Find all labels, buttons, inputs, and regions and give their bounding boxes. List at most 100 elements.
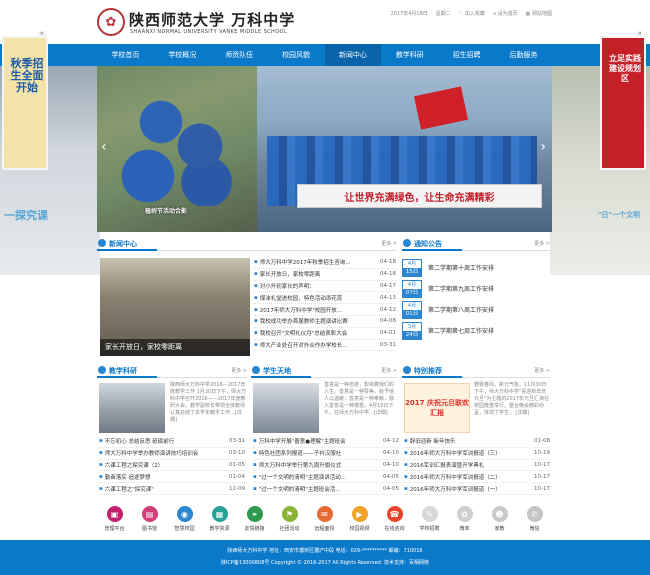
notice-more-link[interactable]: 更多 > — [534, 240, 550, 247]
quick-link[interactable]: ⚭ 友情链接 — [237, 506, 272, 538]
quick-link[interactable]: ▤ 图书馆 — [132, 506, 167, 538]
recruit-icon: ✎ — [421, 506, 438, 522]
quick-link[interactable]: ✆ 微信 — [517, 506, 552, 538]
ad-right[interactable]: × 立足实践 建设规划区 — [600, 31, 646, 170]
date-text: 2017年4月18日 — [390, 11, 428, 17]
list-item[interactable]: ▪ 师大万科中学举行第九周升旗仪式 04-10 — [253, 460, 399, 472]
news-image-caption: 家长开放日，家校零距离 — [100, 339, 250, 356]
news-icon — [98, 239, 106, 247]
quick-link[interactable]: ✎ 学校招聘 — [412, 506, 447, 538]
nav-item-7[interactable]: 后勤服务 — [495, 44, 552, 66]
list-item[interactable]: ▪ 家长开放日，家校零距离 04-18 — [254, 269, 396, 281]
nav-item-1[interactable]: 学校概况 — [154, 44, 211, 66]
close-ad-left-icon[interactable]: × — [37, 31, 46, 37]
quick-link[interactable]: ▶ 校园视频 — [342, 506, 377, 538]
news-image[interactable]: 家长开放日，家校零距离 — [100, 258, 250, 356]
list-item-title: 2016军训汇报表演暨开学典礼 — [409, 462, 485, 469]
list-item-date: 10-19 — [534, 450, 550, 457]
sitemap-link[interactable]: ▦ 网站地图 — [526, 10, 552, 17]
special-poster[interactable]: 2017 庆祝元旦联欢汇报 — [404, 383, 470, 433]
quick-link[interactable]: ◉ 智慧校园 — [167, 506, 202, 538]
list-item[interactable]: ▪ "过一个文明的清明"主题班会活... 04-05 — [253, 483, 399, 495]
list-item-date: 04-12 — [383, 438, 399, 445]
list-item[interactable]: ▪ "过一个文明的清明"主题演讲活动... 04-05 — [253, 471, 399, 484]
students-thumbnail[interactable] — [253, 383, 319, 433]
background-text-left: 一探究课 — [4, 209, 48, 222]
teaching-more-link[interactable]: 更多 > — [231, 367, 247, 374]
quick-link[interactable]: ⚑ 社团活动 — [272, 506, 307, 538]
notice-month: 3月 — [403, 322, 421, 331]
notice-item[interactable]: 4月 15日 第二学期第十周工作安排 — [402, 258, 550, 277]
list-item[interactable]: ▪ 不忘初心 总结反思 砥砺前行 03-31 — [99, 436, 245, 448]
bullet-icon: ▪ — [254, 294, 258, 301]
bullet-icon: ▪ — [253, 438, 257, 445]
quick-link[interactable]: ✿ 微单 — [447, 506, 482, 538]
notice-day: 15日 — [403, 267, 421, 277]
ad-left[interactable]: × 秋季招生全面开始 — [2, 31, 48, 170]
quick-link[interactable]: ▦ 教学资源 — [202, 506, 237, 538]
nav-item-3[interactable]: 校园风貌 — [268, 44, 325, 66]
nav-item-4[interactable]: 新闻中心 — [324, 44, 382, 66]
wechat-icon: ✆ — [526, 506, 543, 522]
teaching-thumbnail[interactable] — [99, 383, 165, 433]
quick-link[interactable]: ▣ 管理平台 — [97, 506, 132, 538]
list-item[interactable]: ▪ 辞旧迎新 新年快乐 01-08 — [404, 436, 550, 448]
list-item[interactable]: ▪ 2016军训汇报表演暨开学典礼 10-17 — [404, 460, 550, 472]
banner-slideshow[interactable]: 让世界充满绿色，让生命充满精彩 植树节活动合影 ‹ › — [97, 66, 552, 232]
list-item[interactable]: ▪ 六课工程之"探究课" 12-09 — [99, 483, 245, 495]
bullet-icon: ▪ — [253, 450, 257, 457]
list-item-title: 勤奋落实 追逐梦想 — [104, 474, 151, 481]
list-item[interactable]: ▪ 万科中学开展"善意●理解"主题班会 04-12 — [253, 436, 399, 448]
list-item[interactable]: ▪ 2017年师大万科中学"校园开放... 04-12 — [254, 304, 396, 316]
list-item[interactable]: ▪ 我校召开"文明礼仪月"总结表彰大会 04-01 — [254, 328, 396, 340]
list-item[interactable]: ▪ 师大万科中学举办教师演讲技巧培训会 03-10 — [99, 448, 245, 460]
list-item[interactable]: ▪ 师大产业处召开对外合作办学校长... 03-31 — [254, 340, 396, 352]
bullet-icon: ▪ — [254, 282, 258, 289]
quick-link[interactable]: ☎ 在线咨询 — [377, 506, 412, 538]
set-homepage-link[interactable]: ⌂ 设为首页 — [493, 10, 518, 17]
quick-link[interactable]: ✉ 远程面授 — [307, 506, 342, 538]
club-icon: ⚑ — [281, 506, 298, 522]
star-icon — [403, 366, 411, 374]
list-item[interactable]: ▪ 2016年师大万科中学军训报道（一） 10-17 — [404, 483, 550, 495]
news-more-link[interactable]: 更多 > — [381, 240, 397, 247]
teaching-icon — [98, 366, 106, 374]
list-item[interactable]: ▪ 师大万科中学2017年秋季招生咨询... 04-18 — [254, 257, 396, 269]
next-slide-icon[interactable]: › — [540, 139, 546, 155]
list-item[interactable]: ▪ 我校成功举办首届教师主题演讲比赛 04-08 — [254, 316, 396, 328]
list-item[interactable]: ▪ 2016年师大万科中学军训报道（三） 10-19 — [404, 448, 550, 460]
student-icon — [252, 366, 260, 374]
list-item[interactable]: ▪ 六课工程之探究课（2） 01-05 — [99, 460, 245, 472]
special-more-link[interactable]: 更多 > — [534, 367, 550, 374]
notice-item[interactable]: 4月 01日 第二学期第八周工作安排 — [402, 300, 550, 319]
list-item[interactable]: ▪ 煤沫礼堂进校园，特色活动添花蕊 04-13 — [254, 292, 396, 305]
list-item-date: 04-12 — [380, 306, 396, 313]
add-favorite-label: 加入收藏 — [464, 11, 485, 17]
nav-item-2[interactable]: 师资队伍 — [211, 44, 268, 66]
list-item-title: "过一个文明的清明"主题演讲活动... — [258, 474, 347, 481]
list-item-title: 师大万科中学举办教师演讲技巧培训会 — [104, 451, 199, 458]
list-item-title: 六课工程之探究课（2） — [104, 462, 164, 469]
list-item-title: 特色社团系列报道——子衿汉服社 — [258, 451, 342, 458]
quick-link[interactable]: ☻ 家教 — [482, 506, 517, 538]
quick-link-label: 友情链接 — [244, 526, 265, 532]
list-item-date: 04-18 — [380, 271, 396, 278]
nav-item-6[interactable]: 招生招聘 — [438, 44, 495, 66]
students-more-link[interactable]: 更多 > — [381, 367, 397, 374]
list-item-date: 03-31 — [380, 341, 396, 348]
school-logo-icon[interactable]: ✿ — [97, 8, 125, 36]
list-item[interactable]: ▪ 勤奋落实 追逐梦想 01-04 — [99, 471, 245, 484]
close-ad-right-icon[interactable]: × — [635, 31, 644, 37]
nav-item-0[interactable]: 学校首页 — [97, 44, 154, 66]
school-name[interactable]: 陕西师范大学 万科中学 — [129, 9, 295, 30]
list-item[interactable]: ▪ 特色社团系列报道——子衿汉服社 04-10 — [253, 448, 399, 460]
prev-slide-icon[interactable]: ‹ — [101, 139, 107, 155]
notice-item[interactable]: 3月 24日 第二学期第七周工作安排 — [402, 321, 550, 340]
list-item[interactable]: ▪ 对小升初家长的声明： 04-17 — [254, 281, 396, 293]
nav-item-5[interactable]: 教学科研 — [381, 44, 438, 66]
add-favorite-link[interactable]: ♡ 加入收藏 — [459, 10, 485, 17]
notice-item[interactable]: 4月 07日 第二学期第九周工作安排 — [402, 279, 550, 298]
list-item[interactable]: ▪ 2016年师大万科中学军训报道（二） 10-17 — [404, 471, 550, 484]
bullet-icon: ▪ — [404, 450, 408, 457]
teaching-panel: 教学科研 更多 > — [97, 364, 247, 378]
